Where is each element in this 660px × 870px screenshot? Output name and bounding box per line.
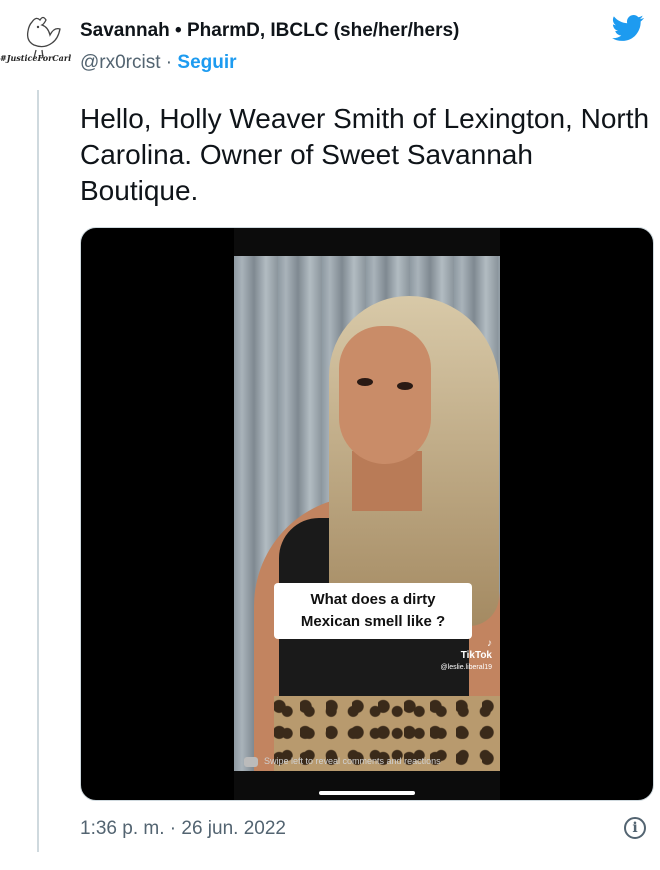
tweet-text: Hello, Holly Weaver Smith of Lexington, … [80,103,650,206]
tweet-media[interactable]: What does a dirty Mexican smell like ? ♪… [80,227,654,801]
person-face [339,326,431,464]
avatar-hashtag: #JusticeForCarl [0,53,72,63]
tiktok-watermark: ♪ TikTok @leslie.liberal19 [441,638,492,674]
video-frame[interactable]: What does a dirty Mexican smell like ? ♪… [234,228,500,800]
video-background [234,256,500,771]
twitter-bird-icon[interactable] [610,12,646,44]
tiktok-logo-icon: ♪ [487,638,492,649]
swipe-hint-text: Swipe left to reveal comments and reacti… [264,756,441,766]
left-eye [357,378,373,386]
author-handle-row: @rx0rcist · Seguir [80,52,237,74]
swipe-hint: Swipe left to reveal comments and reacti… [244,756,441,767]
home-indicator-bar [319,791,415,795]
comment-bubble-icon [244,756,258,767]
video-caption: What does a dirty Mexican smell like ? [274,583,472,639]
tiktok-handle: @leslie.liberal19 [440,664,492,671]
author-display-name[interactable]: Savannah • PharmD, IBCLC (she/her/hers) [80,20,459,42]
thread-line [37,90,39,852]
tiktok-brand: TikTok [460,650,492,661]
separator-dot: · [165,52,173,73]
follow-button[interactable]: Seguir [177,52,236,73]
caption-line-2: Mexican smell like ? [300,613,446,630]
right-eye [397,382,413,390]
author-handle[interactable]: @rx0rcist [80,52,161,73]
caption-line-1: What does a dirty [310,591,436,608]
tweet-timestamp[interactable]: 1:36 p. m. · 26 jun. 2022 [80,818,286,840]
info-icon[interactable]: i [624,817,646,839]
